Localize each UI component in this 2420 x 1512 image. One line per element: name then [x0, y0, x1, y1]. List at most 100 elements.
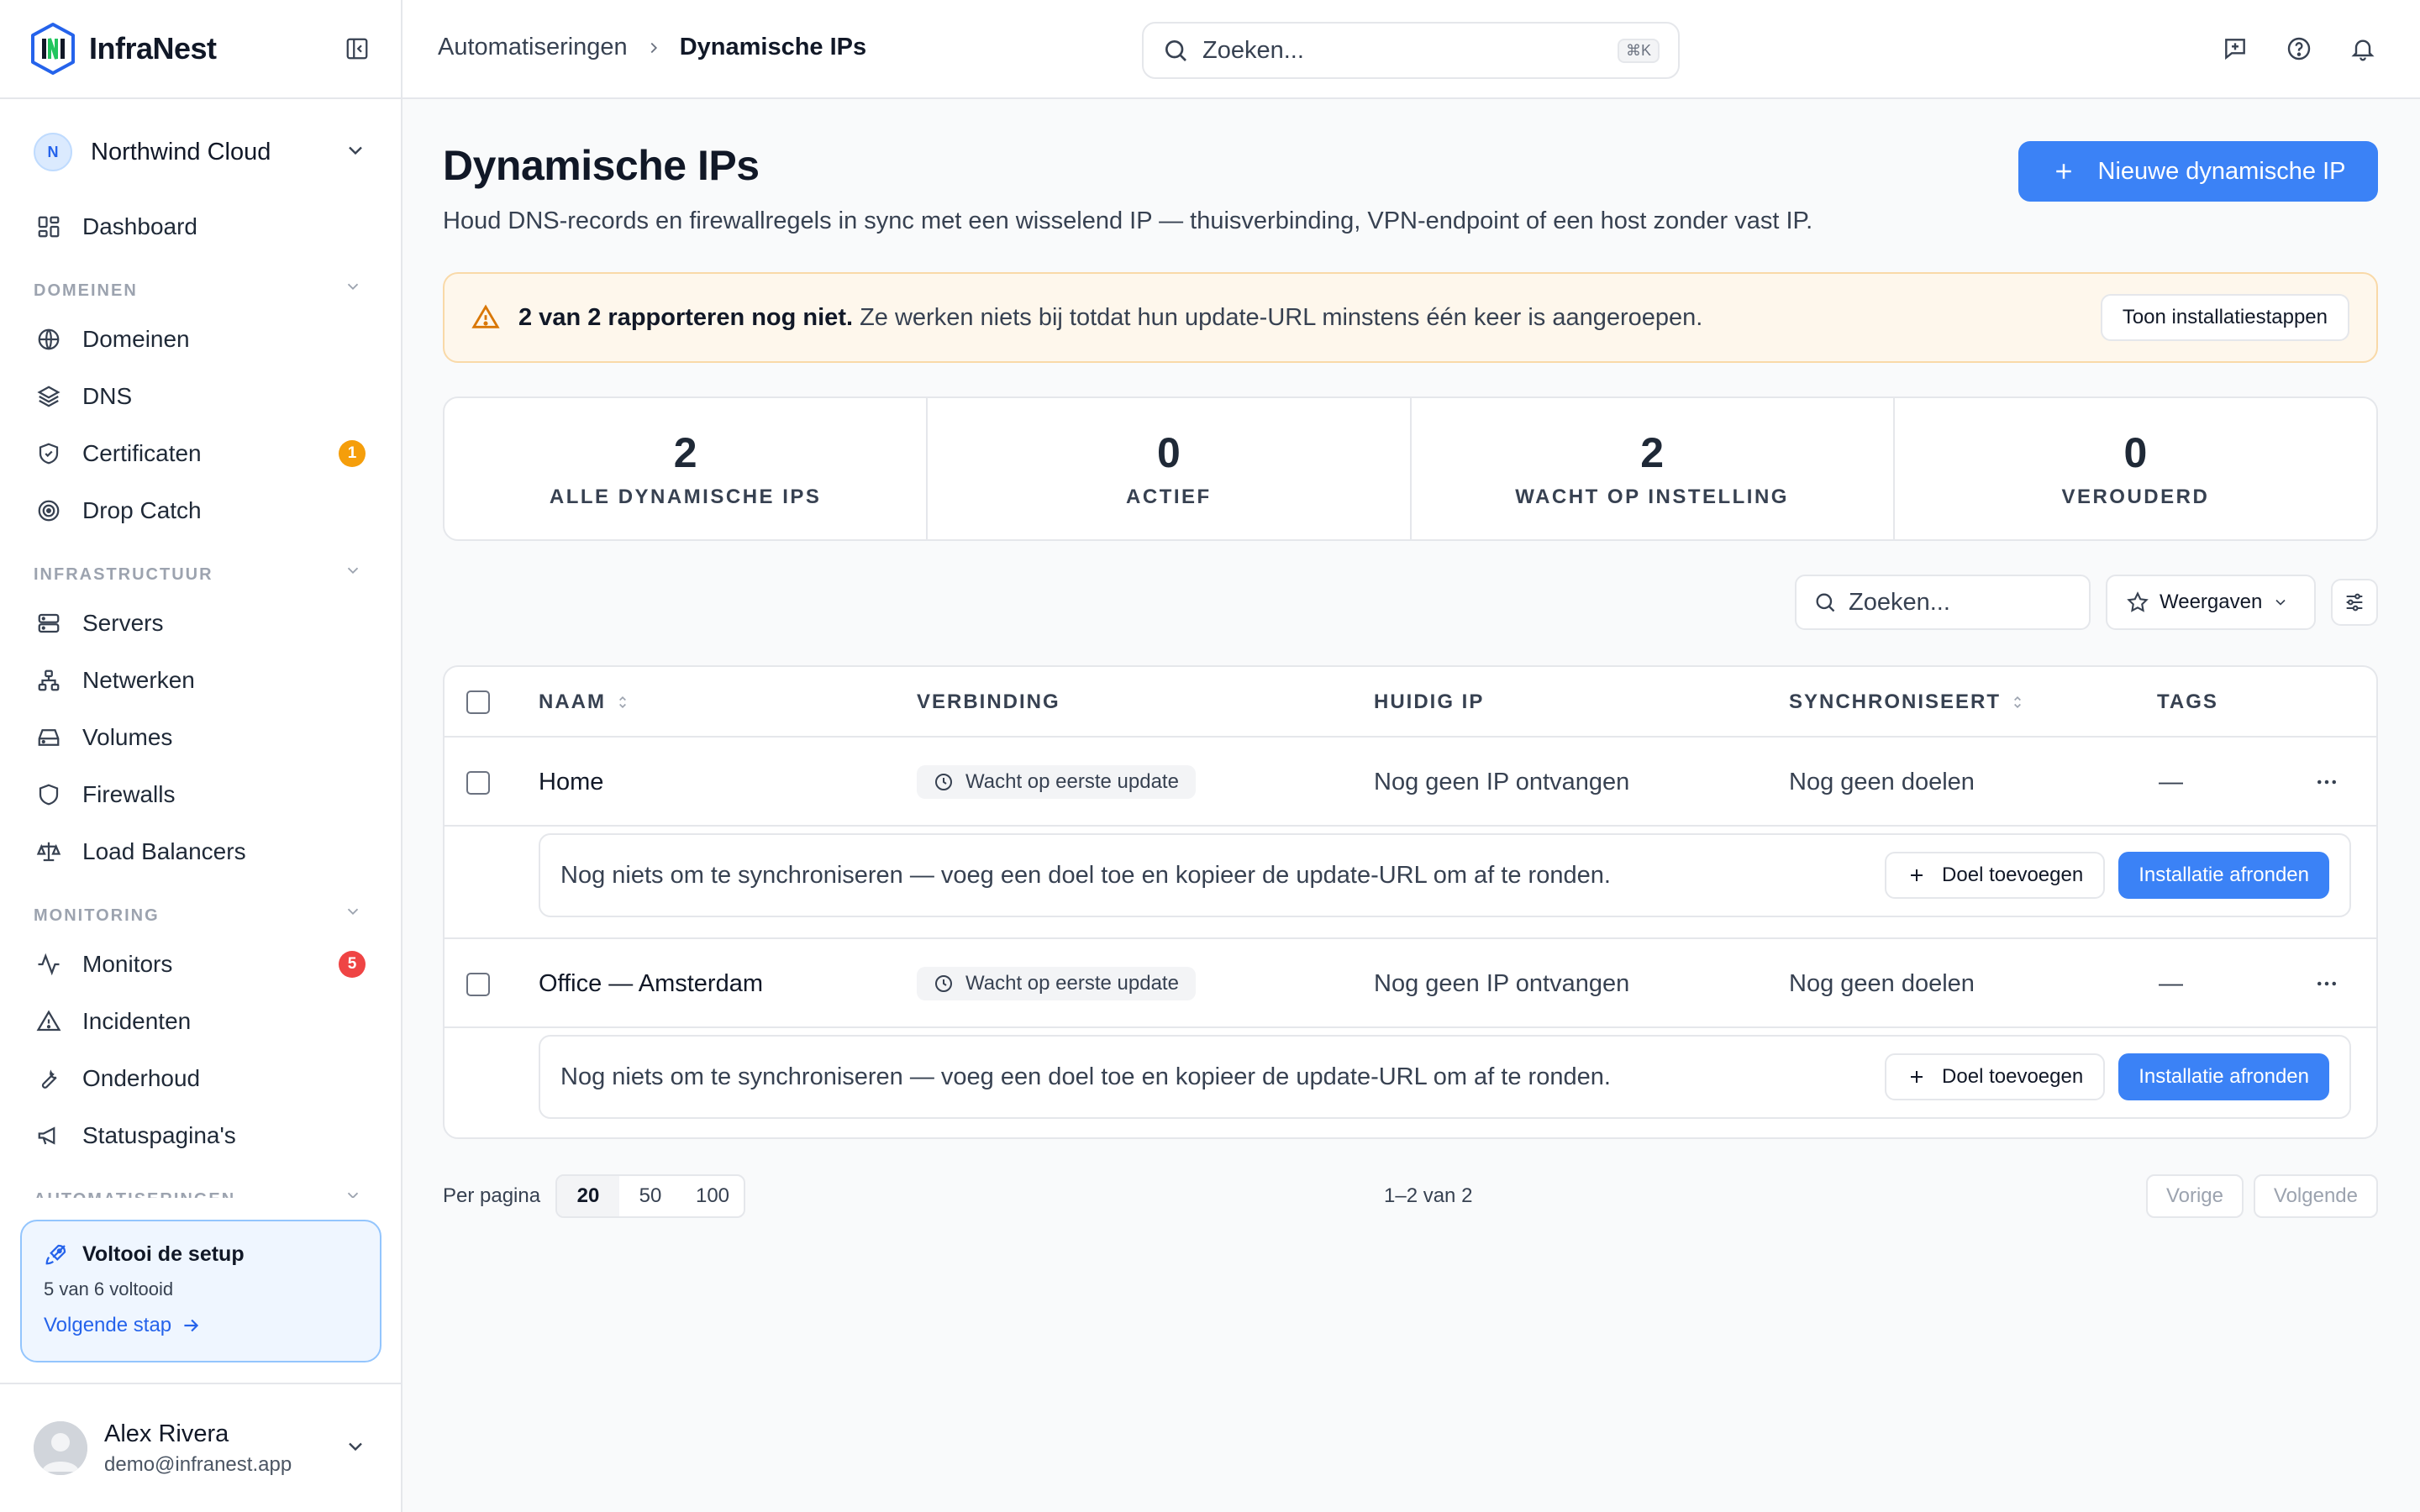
- app-name: InfraNest: [89, 31, 217, 66]
- feedback-icon[interactable]: [2220, 34, 2250, 64]
- new-dynamic-ip-label: Nieuwe dynamische IP: [2097, 157, 2346, 185]
- bell-icon[interactable]: [2348, 34, 2378, 64]
- sidebar-item-firewalls[interactable]: Firewalls: [0, 766, 401, 823]
- search-icon: [1165, 40, 1186, 61]
- per-page-option[interactable]: 50: [619, 1176, 681, 1216]
- select-all-checkbox[interactable]: [466, 690, 490, 714]
- previous-page-button[interactable]: Vorige: [2145, 1174, 2244, 1218]
- add-target-button[interactable]: Doel toevoegen: [1885, 1053, 2106, 1100]
- setup-next-link[interactable]: Volgende stap: [44, 1314, 358, 1337]
- chevron-down-icon: [344, 139, 367, 166]
- section-infrastructuur[interactable]: INFRASTRUCTUUR: [0, 539, 401, 595]
- setup-card: Voltooi de setup 5 van 6 voltooid Volgen…: [20, 1220, 381, 1362]
- stat-all[interactable]: 2 ALLE DYNAMISCHE IPS: [445, 398, 929, 539]
- status-badge: Wacht op eerste update: [917, 765, 1196, 799]
- sidebar-item-servers[interactable]: Servers: [0, 595, 401, 652]
- sidebar-item-dns[interactable]: DNS: [0, 368, 401, 425]
- page-title: Dynamische IPs: [443, 142, 760, 189]
- sidebar-item-monitors[interactable]: Monitors 5: [0, 936, 401, 993]
- sidebar-item-volumes[interactable]: Volumes: [0, 709, 401, 766]
- sidebar-item-onderhoud[interactable]: Onderhoud: [0, 1050, 401, 1107]
- warning-triangle-icon: [471, 304, 500, 328]
- row-checkbox[interactable]: [466, 973, 490, 996]
- layers-icon: [34, 381, 64, 412]
- finish-installation-button[interactable]: Installatie afronden: [2118, 1053, 2329, 1100]
- sidebar-item-dashboard[interactable]: Dashboard: [0, 198, 401, 255]
- sidebar-item-statuspaginas[interactable]: Statuspagina's: [0, 1107, 401, 1164]
- next-page-button[interactable]: Volgende: [2253, 1174, 2378, 1218]
- page-description: Houd DNS-records en firewallregels in sy…: [443, 207, 1813, 234]
- avatar: [34, 1421, 87, 1475]
- column-label: VERBINDING: [917, 690, 1060, 713]
- row-checkbox[interactable]: [466, 771, 490, 795]
- column-synchroniseert[interactable]: SYNCHRONISEERT: [1789, 667, 2026, 738]
- global-search-input[interactable]: Zoeken... ⌘K: [1142, 22, 1680, 79]
- per-page-option[interactable]: 20: [557, 1176, 619, 1216]
- breadcrumb-parent[interactable]: Automatiseringen: [438, 34, 628, 61]
- target-icon: [34, 496, 64, 526]
- pagination: Per pagina 20 50 100 1–2 van 2 Vorige Vo…: [443, 1174, 2378, 1218]
- per-page-option[interactable]: 100: [681, 1176, 744, 1216]
- help-icon[interactable]: [2284, 34, 2314, 64]
- row-name[interactable]: Office — Amsterdam: [539, 939, 763, 1028]
- sidebar-item-label: Dashboard: [82, 213, 197, 239]
- table-search-input[interactable]: Zoeken...: [1795, 575, 2091, 630]
- table-search-placeholder: Zoeken...: [1849, 588, 1950, 616]
- setup-title: Voltooi de setup: [44, 1242, 358, 1267]
- new-dynamic-ip-button[interactable]: Nieuwe dynamische IP: [2018, 141, 2378, 202]
- connection-cell: Wacht op eerste update: [917, 939, 1196, 1028]
- infranest-logo-icon: [31, 23, 75, 75]
- section-domeinen[interactable]: DOMEINEN: [0, 255, 401, 311]
- sidebar-item-drop-catch[interactable]: Drop Catch: [0, 482, 401, 539]
- stat-active[interactable]: 0 ACTIEF: [928, 398, 1412, 539]
- wrench-icon: [34, 1063, 64, 1094]
- finish-installation-button[interactable]: Installatie afronden: [2118, 852, 2329, 899]
- sidebar-item-certificaten[interactable]: Certificaten 1: [0, 425, 401, 482]
- sidebar-item-load-balancers[interactable]: Load Balancers: [0, 823, 401, 880]
- sidebar-item-label: Monitors: [82, 951, 173, 977]
- plus-icon: [2055, 164, 2071, 179]
- add-target-label: Doel toevoegen: [1942, 864, 2084, 886]
- section-automatiseringen[interactable]: AUTOMATISERINGEN: [0, 1164, 401, 1198]
- dynamic-ips-table: NAAM VERBINDING HUIDIG IP SYNCHRONISEERT…: [443, 665, 2378, 1139]
- section-monitoring[interactable]: MONITORING: [0, 880, 401, 936]
- sidebar-item-label: Certificaten: [82, 440, 202, 466]
- sidebar-item-incidenten[interactable]: Incidenten: [0, 993, 401, 1050]
- views-dropdown[interactable]: Weergaven: [2106, 575, 2316, 630]
- globe-icon: [34, 324, 64, 354]
- table-row[interactable]: Home Wacht op eerste update Nog geen IP …: [445, 738, 2376, 827]
- alert-text: Ze werken niets bij totdat hun update-UR…: [853, 303, 1703, 331]
- search-icon: [1816, 593, 1835, 612]
- workspace-switcher[interactable]: N Northwind Cloud: [34, 130, 367, 174]
- more-options-icon[interactable]: [2314, 769, 2339, 801]
- hard-drive-icon: [34, 722, 64, 753]
- sidebar-item-label: Drop Catch: [82, 497, 202, 523]
- user-name: Alex Rivera: [104, 1420, 229, 1447]
- row-name[interactable]: Home: [539, 738, 603, 827]
- section-label: INFRASTRUCTUUR: [34, 565, 213, 584]
- server-icon: [34, 608, 64, 638]
- column-naam[interactable]: NAAM: [539, 667, 631, 738]
- pending-alert: 2 van 2 rapporteren nog niet. Ze werken …: [443, 272, 2378, 363]
- dashboard-icon: [34, 212, 64, 242]
- megaphone-icon: [34, 1121, 64, 1151]
- more-options-icon[interactable]: [2314, 971, 2339, 1003]
- sync-targets: Nog geen doelen: [1789, 768, 1975, 795]
- add-target-button[interactable]: Doel toevoegen: [1885, 852, 2106, 899]
- search-shortcut: ⌘K: [1617, 38, 1660, 63]
- sliders-icon: [2346, 593, 2363, 612]
- sidebar-collapse-icon[interactable]: [342, 34, 372, 64]
- setup-hint-text: Nog niets om te synchroniseren — voeg ee…: [560, 861, 1611, 889]
- sidebar-item-netwerken[interactable]: Netwerken: [0, 652, 401, 709]
- stat-awaiting-setup[interactable]: 2 WACHT OP INSTELLING: [1412, 398, 1895, 539]
- setup-hint-box: Nog niets om te synchroniseren — voeg ee…: [539, 1035, 2351, 1119]
- stat-label: ACTIEF: [1126, 486, 1212, 508]
- table-row[interactable]: Office — Amsterdam Wacht op eerste updat…: [445, 939, 2376, 1028]
- user-menu[interactable]: Alex Rivera demo@infranest.app: [0, 1383, 401, 1512]
- stat-stale[interactable]: 0 VEROUDERD: [1895, 398, 2376, 539]
- column-settings-button[interactable]: [2331, 579, 2378, 626]
- show-install-steps-button[interactable]: Toon installatiestappen: [2100, 294, 2349, 341]
- alert-message: 2 van 2 rapporteren nog niet. Ze werken …: [518, 304, 1702, 332]
- sidebar-item-domeinen[interactable]: Domeinen: [0, 311, 401, 368]
- main-content: Automatiseringen Dynamische IPs Zoeken..…: [402, 0, 2420, 1512]
